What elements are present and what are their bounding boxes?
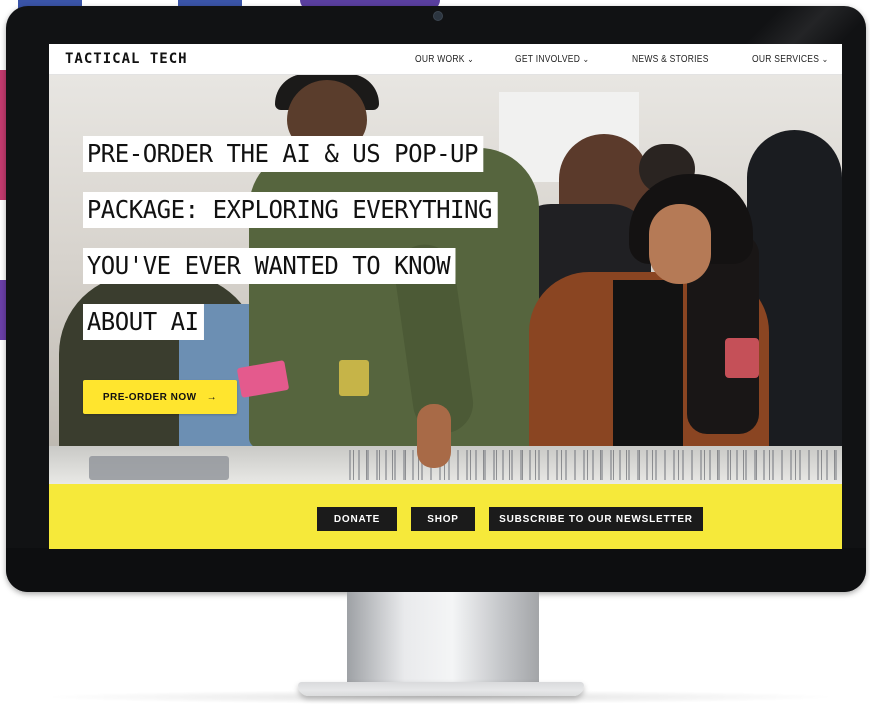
photo-hand <box>417 404 451 468</box>
main-nav: OUR WORK ⌄ GET INVOLVED ⌄ NEWS & STORIES… <box>385 44 842 74</box>
pre-order-button[interactable]: PRE-ORDER NOW → <box>83 380 237 414</box>
chevron-down-icon: ⌄ <box>821 53 829 64</box>
headline-line: PRE-ORDER THE AI & US POP-UP <box>83 136 484 172</box>
nav-item-label: OUR WORK <box>415 53 465 65</box>
donate-button[interactable]: DONATE <box>317 507 397 531</box>
nav-item-our-work[interactable]: OUR WORK ⌄ <box>415 54 474 65</box>
photo-person-top <box>613 280 683 460</box>
site-logo[interactable]: TACTICAL TECH <box>65 51 188 67</box>
monitor-chin <box>6 548 866 592</box>
webcam-icon <box>433 11 443 21</box>
arrow-right-icon: → <box>206 391 218 403</box>
action-bar: DONATE SHOP SUBSCRIBE TO OUR NEWSLETTER <box>49 484 842 549</box>
hero-headline: PRE-ORDER THE AI & US POP-UP PACKAGE: EX… <box>83 136 543 360</box>
nav-item-label: NEWS & STORIES <box>632 53 709 65</box>
headline-line: PACKAGE: EXPLORING EVERYTHING <box>83 192 498 228</box>
photo-person-face <box>649 204 711 284</box>
shop-button[interactable]: SHOP <box>411 507 475 531</box>
pre-order-button-label: PRE-ORDER NOW <box>102 391 197 403</box>
chevron-down-icon: ⌄ <box>582 53 589 64</box>
nav-item-label: OUR SERVICES <box>752 53 820 65</box>
nav-item-label: GET INVOLVED <box>514 53 580 65</box>
subscribe-newsletter-button[interactable]: SUBSCRIBE TO OUR NEWSLETTER <box>489 507 703 531</box>
photo-tray <box>89 456 229 480</box>
site-header: TACTICAL TECH OUR WORK ⌄ GET INVOLVED ⌄ … <box>49 44 842 75</box>
nav-item-news-stories[interactable]: NEWS & STORIES <box>632 54 709 65</box>
headline-line: YOU'VE EVER WANTED TO KNOW <box>83 248 456 284</box>
floor-shadow <box>40 690 840 704</box>
photo-drink-glass <box>339 360 369 396</box>
screen: TACTICAL TECH OUR WORK ⌄ GET INVOLVED ⌄ … <box>49 44 842 549</box>
photo-drink-cup <box>725 338 759 378</box>
nav-item-our-services[interactable]: OUR SERVICES ⌄ <box>752 54 828 65</box>
nav-item-get-involved[interactable]: GET INVOLVED ⌄ <box>515 54 589 65</box>
chevron-down-icon: ⌄ <box>467 53 475 64</box>
monitor-stand <box>347 592 539 684</box>
headline-line: ABOUT AI <box>83 304 205 340</box>
